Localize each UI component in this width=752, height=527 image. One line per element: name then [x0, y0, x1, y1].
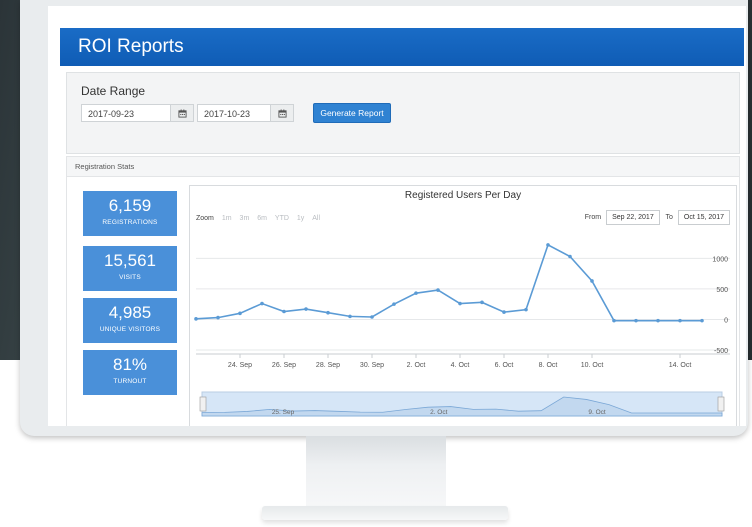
navigator[interactable]: 25. Sep 2. Oct 9. Oct [199, 391, 725, 417]
data-point [568, 254, 572, 259]
date-range-label: Date Range [81, 84, 146, 98]
stat-unique-visitors: 4,985 UNIQUE VISITORS [83, 298, 177, 343]
data-point [216, 315, 220, 320]
line-chart: 10005000-500 24. Sep 26. Sep 28. Sep 30. Se… [194, 243, 730, 417]
monitor-stand-base [262, 506, 508, 520]
data-point [458, 301, 462, 306]
data-point [304, 307, 308, 311]
navigator-handle-left [199, 396, 207, 412]
y-tick-label: 1000 [712, 256, 728, 263]
stat-visits: 15,561 VISITS [83, 246, 177, 291]
data-point [524, 307, 528, 312]
data-point [260, 301, 264, 306]
app-header: ROI Reports [60, 28, 744, 66]
start-date-calendar-button[interactable] [170, 104, 194, 122]
date-range-panel: Date Range 2017-09-23 2017-10-23 Generat… [66, 72, 740, 154]
navigator-handle-right [717, 396, 725, 412]
data-point [546, 243, 550, 247]
y-axis-labels: 10005000-500 [712, 256, 728, 355]
x-tick-label: 30. Sep [360, 362, 384, 369]
x-tick-label: 14. Oct [669, 362, 692, 369]
data-point [238, 311, 242, 316]
y-tick-label: 500 [716, 287, 728, 294]
calendar-icon [277, 109, 287, 118]
data-point [502, 310, 506, 314]
stat-label: TURNOUT [113, 378, 147, 385]
generate-report-button[interactable]: Generate Report [313, 103, 391, 123]
navigator-label: 25. Sep [272, 409, 295, 416]
stats-panel-title: Registration Stats [67, 157, 739, 177]
data-point [678, 318, 682, 323]
stat-label: REGISTRATIONS [102, 219, 158, 226]
data-point [590, 279, 594, 283]
series-path [195, 243, 702, 322]
data-point [194, 317, 198, 321]
data-point [326, 310, 330, 315]
stat-value: 6,159 [108, 196, 152, 215]
x-tick-label: 10. Oct [581, 362, 604, 369]
data-point [480, 300, 484, 305]
data-point [436, 288, 440, 292]
stat-turnout: 81% TURNOUT [83, 350, 177, 395]
x-tick-label: 24. Sep [228, 362, 252, 369]
stat-registrations: 6,159 REGISTRATIONS [83, 191, 177, 236]
stat-label: UNIQUE VISITORS [99, 326, 161, 333]
chart-container: Registered Users Per Day Zoom 1m 3m 6m Y… [189, 185, 737, 426]
data-point [370, 315, 374, 319]
registration-stats-panel: Registration Stats 6,159 REGISTRATIONS 1… [66, 156, 740, 426]
data-point [612, 318, 616, 323]
data-point [282, 309, 286, 314]
navigator-label: 9. Oct [588, 409, 606, 416]
data-point [656, 318, 660, 323]
y-tick-label: 0 [724, 317, 728, 324]
start-date-input[interactable]: 2017-09-23 [81, 104, 171, 122]
x-tick-label: 2. Oct [407, 362, 426, 369]
x-axis: 24. Sep 26. Sep 28. Sep 30. Sep 2. Oct 4. Oct… [196, 353, 730, 369]
data-point [392, 302, 396, 306]
data-point [348, 314, 352, 319]
stat-value: 81% [112, 355, 148, 374]
page-title: ROI Reports [78, 36, 184, 57]
data-point [414, 291, 418, 295]
monitor-screen: ROI Reports Date Range 2017-09-23 2017-1… [48, 6, 746, 426]
monitor-stand-neck [306, 436, 446, 510]
calendar-icon [177, 109, 187, 118]
monitor-frame: ROI Reports Date Range 2017-09-23 2017-1… [20, 0, 748, 436]
x-tick-label: 28. Sep [316, 362, 340, 369]
x-tick-label: 8. Oct [539, 362, 558, 369]
data-point [634, 318, 638, 323]
x-tick-label: 6. Oct [495, 362, 514, 369]
x-tick-label: 4. Oct [451, 362, 470, 369]
x-tick-label: 26. Sep [272, 362, 296, 369]
navigator-label: 2. Oct [430, 409, 448, 416]
data-point [700, 318, 704, 323]
stat-value: 4,985 [108, 303, 152, 322]
stat-value: 15,561 [104, 251, 156, 270]
end-date-calendar-button[interactable] [270, 104, 294, 122]
series-line [194, 243, 704, 323]
stat-label: VISITS [119, 274, 141, 281]
